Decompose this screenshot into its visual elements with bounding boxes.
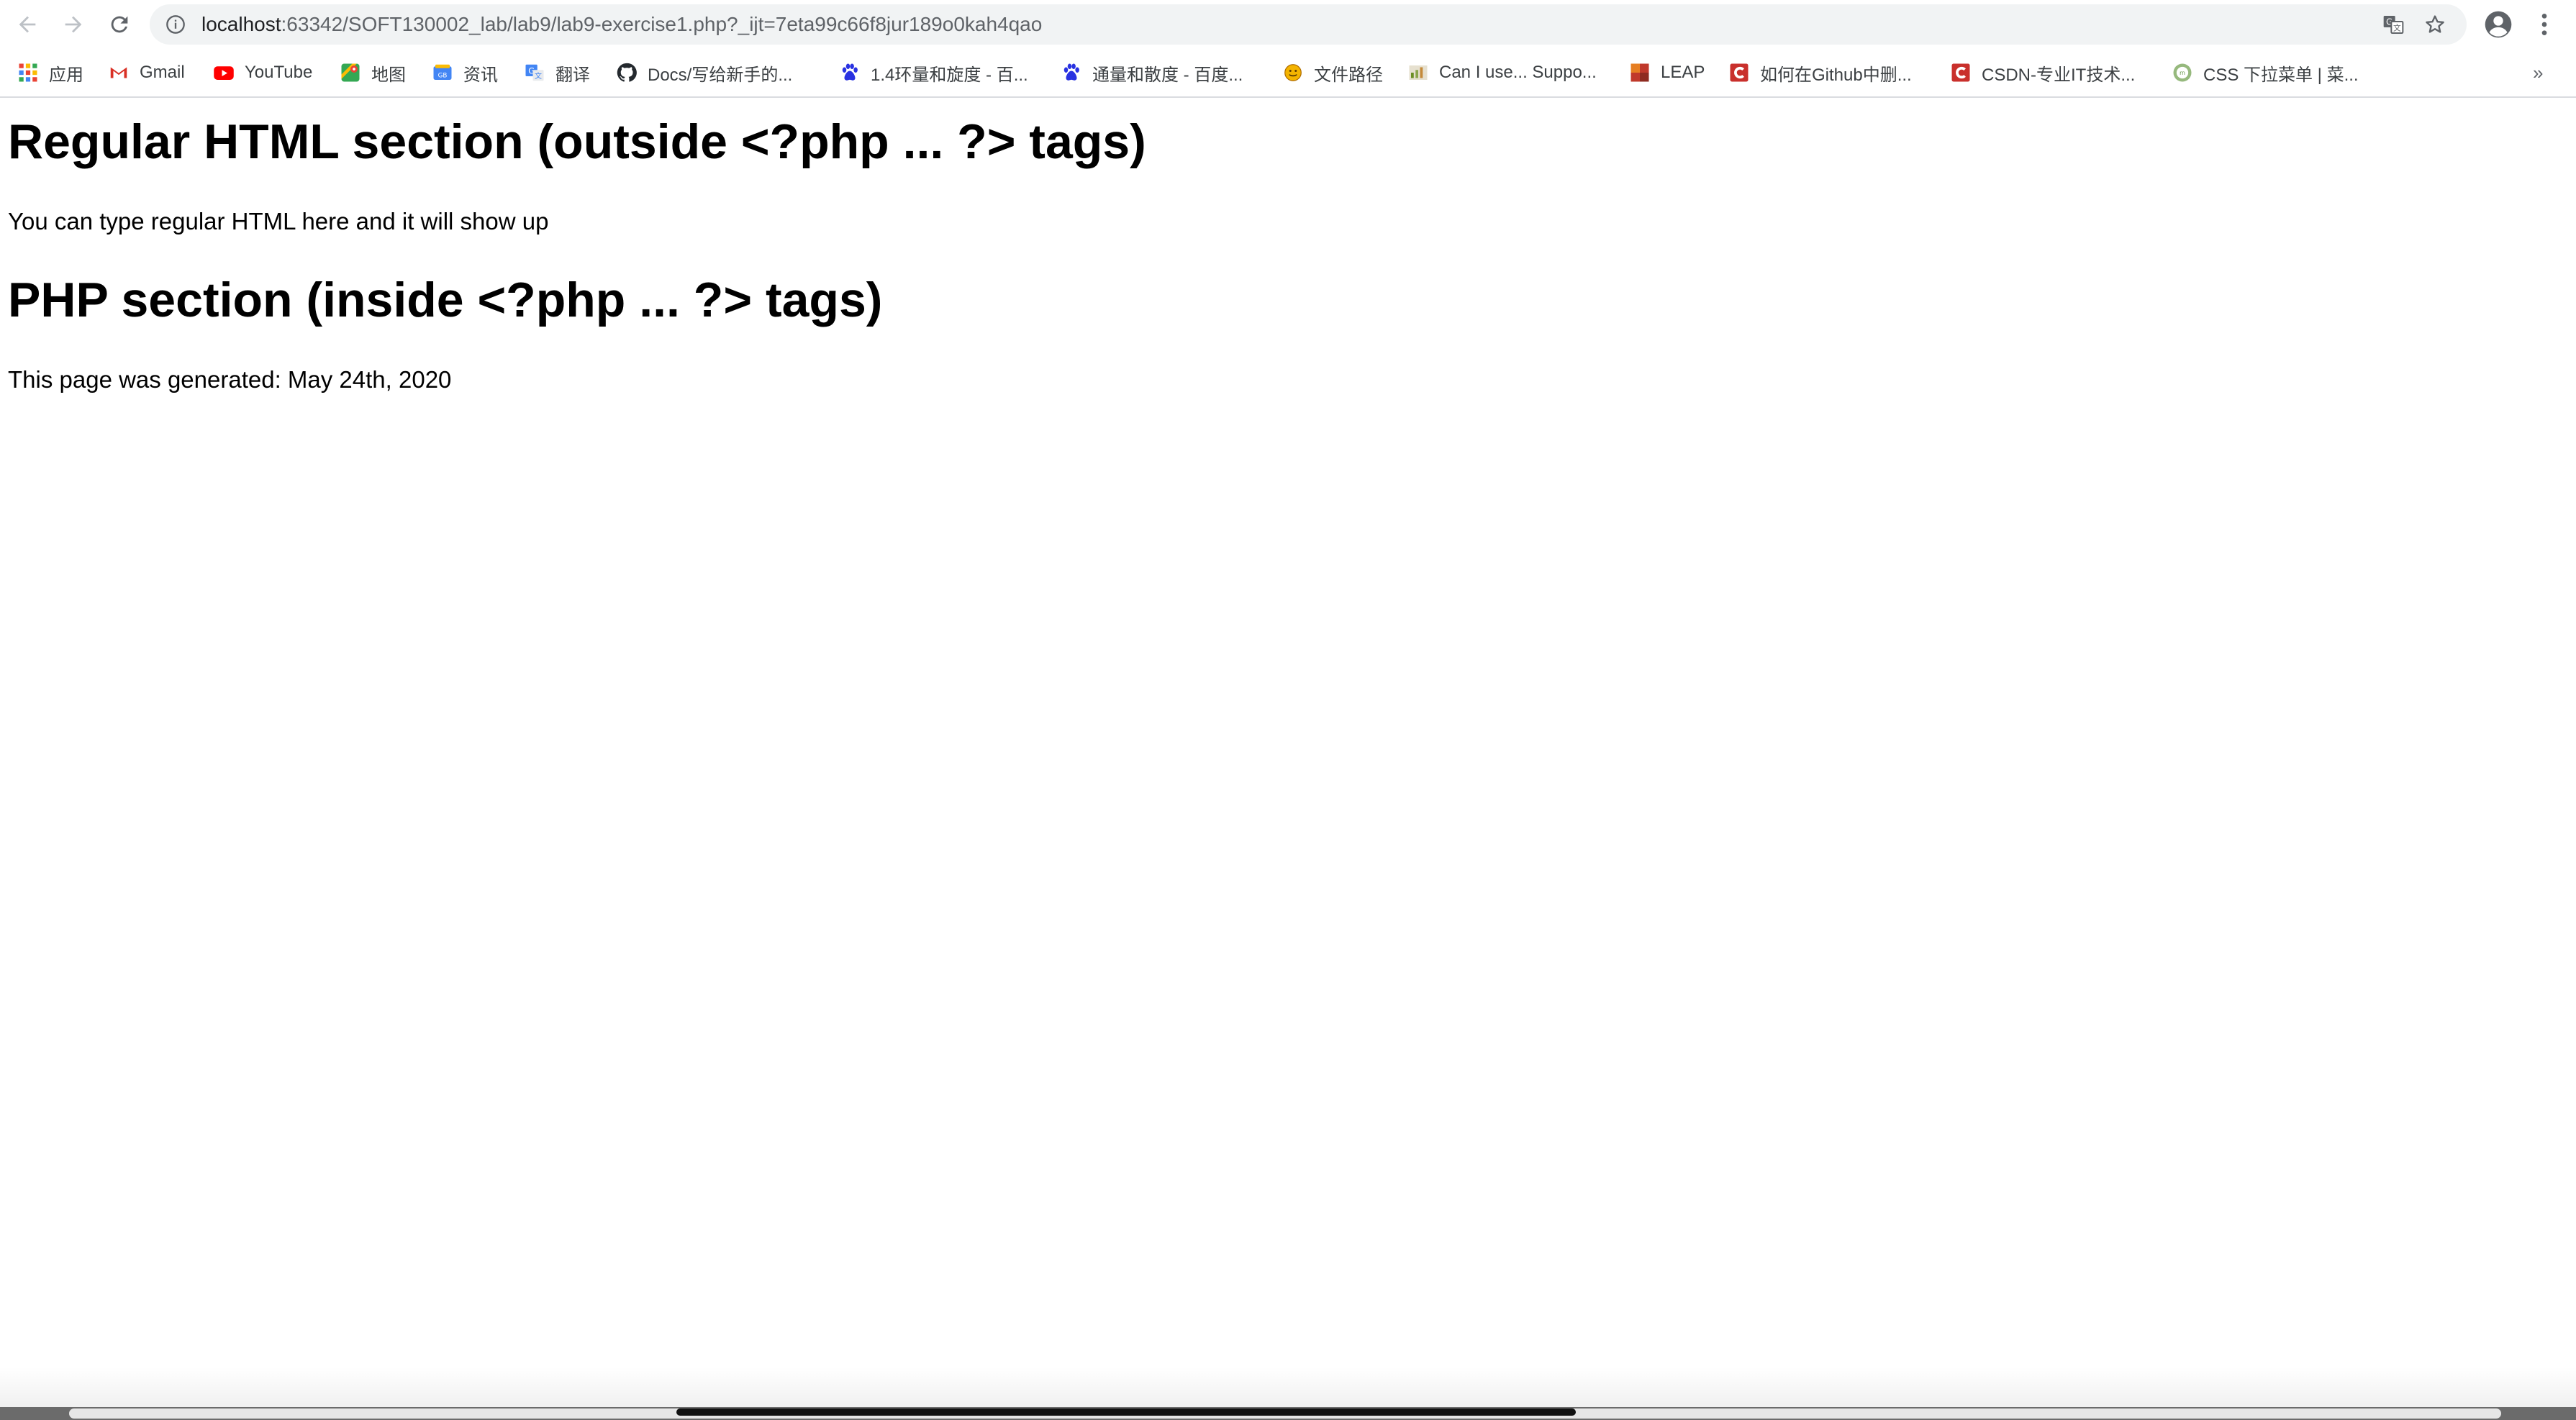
bookmark-youtube[interactable]: YouTube: [213, 59, 312, 86]
bookmark-label: 地图: [371, 65, 406, 85]
url-host: localhost: [201, 13, 281, 35]
bookmark-caniuse[interactable]: Can I use... Suppo...: [1407, 59, 1597, 86]
browser-window: localhost:63342/SOFT130002_lab/lab9/lab9…: [0, 0, 2576, 1420]
bookmark-css-dropdown[interactable]: rn CSS 下拉菜单 | 菜...: [2172, 59, 2359, 86]
bookmark-label: LEAP: [1661, 63, 1705, 82]
bookmark-label: 1.4环量和旋度 - 百...: [871, 65, 1028, 85]
reload-button[interactable]: [104, 9, 135, 40]
account-icon[interactable]: [2484, 10, 2513, 39]
bookmark-file-path[interactable]: 文件路径: [1282, 59, 1383, 86]
bookmark-label: 应用: [49, 65, 83, 85]
bookmark-label: Docs/写给新手的...: [648, 65, 793, 85]
bottom-shadow: [0, 1367, 2576, 1407]
paragraph-generated-date: This page was generated: May 24th, 2020: [8, 366, 452, 393]
bookmark-github-delete[interactable]: 如何在Github中删...: [1728, 59, 1912, 86]
arrow-left-icon: [19, 16, 36, 33]
more-vertical-icon[interactable]: [2534, 10, 2554, 39]
youtube-icon: [214, 66, 234, 80]
baidu-paw-icon: [1063, 63, 1079, 81]
bookmark-label: 翻译: [555, 65, 590, 85]
bookmark-label: Gmail: [140, 63, 185, 82]
bookmark-csdn[interactable]: CSDN-专业IT技术...: [1950, 59, 2135, 86]
csdn-icon: [1730, 63, 1749, 82]
heading-php-section: PHP section (inside <?php ... ?> tags): [8, 273, 883, 327]
bookmark-label: 通量和散度 - 百度...: [1092, 65, 1243, 85]
bookmark-label: 如何在Github中删...: [1760, 65, 1912, 85]
bookmark-docs[interactable]: Docs/写给新手的...: [616, 59, 792, 86]
runoob-icon: rn: [2173, 63, 2192, 82]
bookmark-baidu-curl[interactable]: 1.4环量和旋度 - 百...: [839, 59, 1028, 86]
svg-text:GB: GB: [438, 72, 448, 79]
gmail-icon: [110, 67, 127, 78]
arrow-right-icon: [65, 16, 82, 33]
caniuse-icon: [1409, 65, 1428, 80]
bookmark-label: 资讯: [463, 65, 498, 85]
bookmark-gmail[interactable]: Gmail: [108, 59, 185, 86]
translate-icon[interactable]: G 文: [2382, 13, 2405, 36]
bookmark-translate[interactable]: G 文 翻译: [524, 59, 590, 86]
browser-toolbar: localhost:63342/SOFT130002_lab/lab9/lab9…: [0, 0, 2576, 49]
bookmark-label: 文件路径: [1314, 65, 1383, 85]
back-button[interactable]: [12, 9, 43, 40]
svg-text:文: 文: [535, 71, 542, 81]
leap-icon: [1631, 63, 1649, 82]
page-content: Regular HTML section (outside <?php ... …: [0, 98, 2576, 1401]
scrollbar-indicator: [676, 1408, 1576, 1416]
info-icon[interactable]: [165, 14, 186, 35]
star-icon[interactable]: [2423, 13, 2446, 36]
bookmark-label: YouTube: [245, 63, 313, 82]
svg-text:rn: rn: [2180, 70, 2185, 76]
reload-icon: [111, 16, 128, 33]
bookmark-maps[interactable]: 地图: [340, 59, 406, 86]
github-icon: [617, 63, 637, 82]
baidu-paw-icon: [842, 63, 858, 81]
bookmarks-bar: 应用 Gmail YouTube 地图 GB 资讯 G 文 翻译 Docs/写给…: [0, 49, 2576, 98]
bookmarks-overflow-button[interactable]: »: [2533, 59, 2543, 86]
bookmark-news[interactable]: GB 资讯: [432, 59, 498, 86]
smiley-icon: [1284, 64, 1302, 81]
bookmark-label: CSS 下拉菜单 | 菜...: [2203, 65, 2359, 85]
translate-icon: G 文: [525, 64, 544, 81]
csdn-icon: [1951, 63, 1970, 82]
maps-icon: [341, 63, 360, 82]
forward-button[interactable]: [58, 9, 89, 40]
address-bar[interactable]: localhost:63342/SOFT130002_lab/lab9/lab9…: [150, 4, 2467, 45]
news-icon: GB: [433, 64, 452, 80]
paragraph-html-section: You can type regular HTML here and it wi…: [8, 208, 549, 235]
bookmark-baidu-flux[interactable]: 通量和散度 - 百度...: [1061, 59, 1243, 86]
url-path: :63342/SOFT130002_lab/lab9/lab9-exercise…: [281, 13, 1043, 35]
apps-grid-icon: [19, 63, 37, 82]
svg-text:文: 文: [2393, 24, 2401, 33]
bookmark-label: CSDN-专业IT技术...: [1982, 65, 2136, 85]
url-text[interactable]: localhost:63342/SOFT130002_lab/lab9/lab9…: [201, 4, 1042, 45]
bookmark-apps[interactable]: 应用: [17, 59, 83, 86]
bookmark-leap[interactable]: LEAP: [1629, 59, 1705, 86]
heading-html-section: Regular HTML section (outside <?php ... …: [8, 114, 1146, 169]
bookmark-label: Can I use... Suppo...: [1439, 63, 1597, 82]
horizontal-scrollbar[interactable]: [0, 1407, 2576, 1420]
